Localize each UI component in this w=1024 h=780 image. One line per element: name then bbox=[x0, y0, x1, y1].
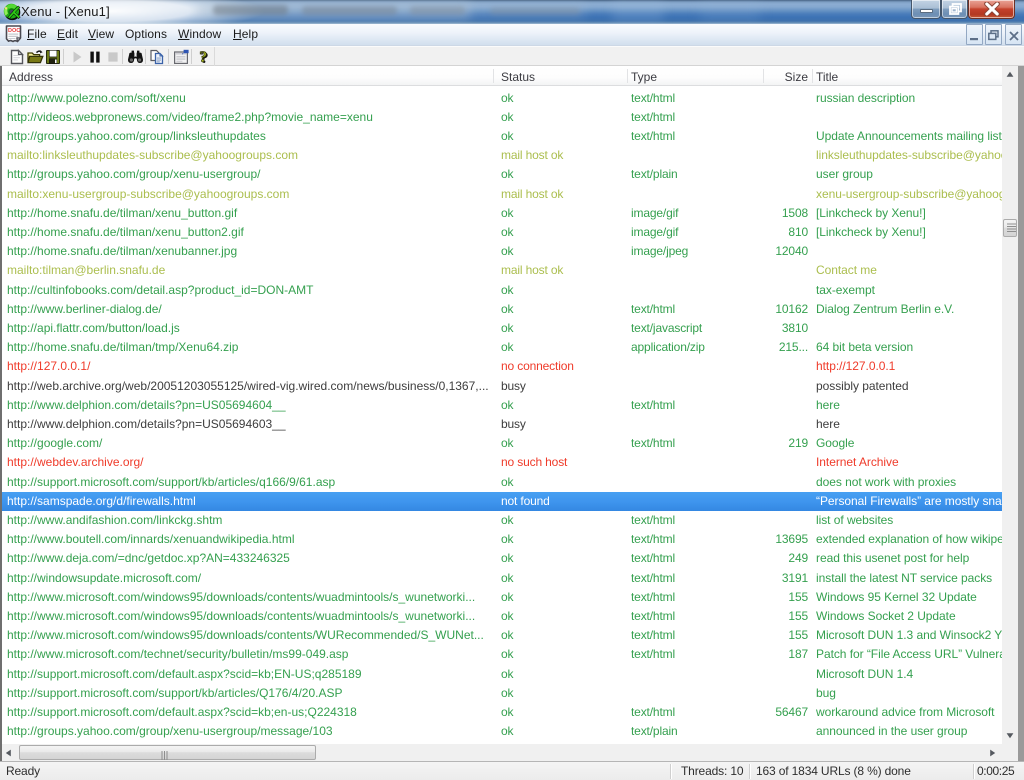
svg-text:DOC: DOC bbox=[8, 28, 20, 34]
svg-text:?: ? bbox=[199, 49, 207, 65]
